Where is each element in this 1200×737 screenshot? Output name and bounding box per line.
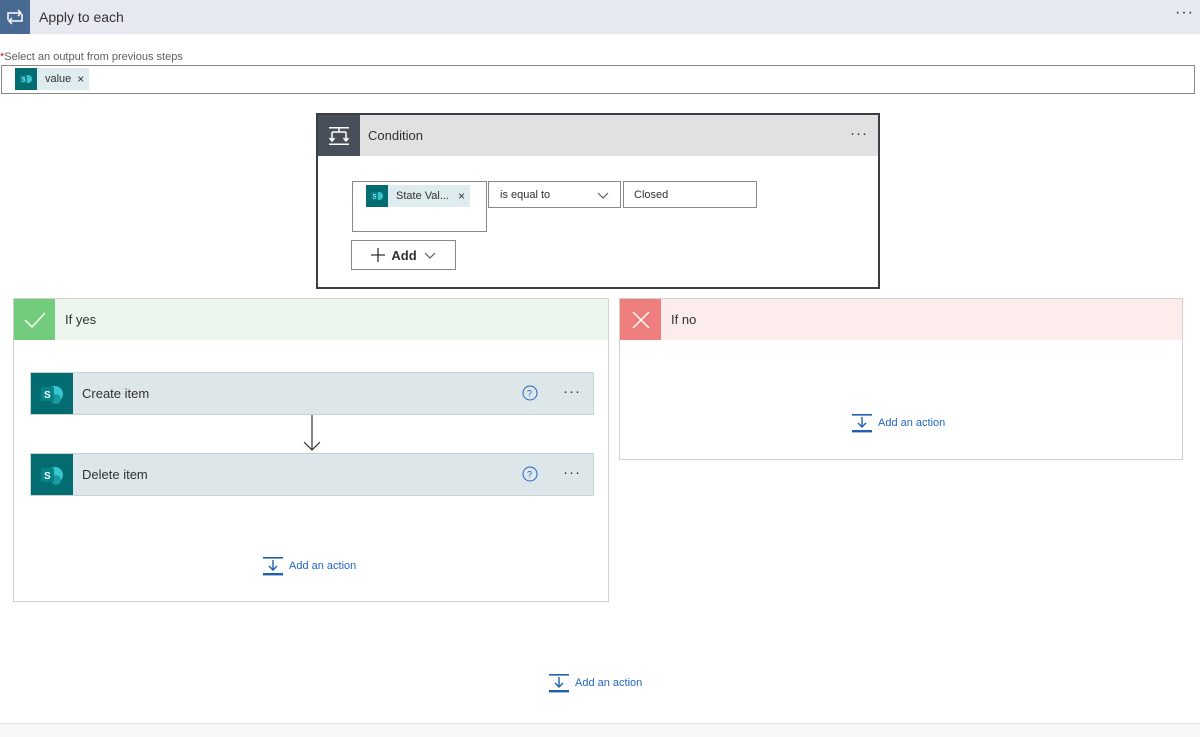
svg-text:S: S [22, 78, 26, 84]
condition-operator-dropdown[interactable]: is equal to [488, 181, 621, 208]
add-action-button[interactable]: Add an action [549, 673, 642, 693]
chevron-down-icon [597, 192, 609, 199]
apply-to-each-header[interactable]: Apply to each ··· [0, 0, 1200, 34]
create-item-more-button[interactable]: ··· [563, 383, 581, 400]
create-item-action[interactable]: S Create item ? ··· [30, 372, 594, 415]
svg-text:S: S [44, 471, 51, 482]
state-value-token-label: State Val... [396, 190, 449, 202]
condition-header[interactable]: Condition ··· [318, 115, 878, 156]
sharepoint-icon: S [31, 454, 73, 495]
svg-text:S: S [44, 390, 51, 401]
if-no-title: If no [671, 312, 697, 327]
if-yes-title: If yes [65, 312, 97, 327]
loop-icon [0, 0, 30, 34]
condition-value-input[interactable]: Closed [623, 181, 757, 208]
add-action-icon [549, 674, 569, 693]
condition-icon [318, 115, 360, 156]
if-no-branch: If no Add an action [619, 298, 1183, 460]
add-action-icon [852, 414, 872, 433]
condition-left-operand[interactable]: S State Val... × [352, 181, 487, 232]
add-action-label: Add an action [575, 677, 643, 689]
condition-more-button[interactable]: ··· [850, 125, 868, 142]
value-token-remove-button[interactable]: × [77, 72, 84, 86]
svg-text:?: ? [527, 389, 532, 399]
checkmark-icon [14, 299, 55, 340]
if-no-add-action-label: Add an action [878, 417, 946, 429]
help-icon[interactable]: ? [522, 385, 538, 401]
if-yes-branch: If yes S Create item ? ··· S Delete item… [13, 298, 609, 602]
sharepoint-icon: S [31, 373, 73, 414]
create-item-title: Create item [82, 386, 150, 401]
if-yes-header[interactable]: If yes [14, 299, 608, 340]
select-output-field[interactable]: S value × [1, 65, 1195, 94]
value-token[interactable]: S value × [15, 68, 90, 90]
svg-text:S: S [373, 195, 377, 201]
select-output-label: *Select an output from previous steps [0, 51, 183, 63]
select-output-label-text: Select an output from previous steps [4, 51, 183, 63]
condition-title: Condition [368, 128, 423, 143]
condition-operator-value: is equal to [500, 188, 551, 201]
sharepoint-icon: S [366, 185, 388, 207]
bottom-bar [0, 723, 1200, 737]
arrow-down-icon [303, 415, 321, 451]
state-value-token[interactable]: S State Val... × [366, 185, 471, 207]
delete-item-title: Delete item [82, 467, 148, 482]
help-icon[interactable]: ? [522, 466, 538, 482]
if-yes-add-action-button[interactable]: Add an action [263, 556, 356, 576]
close-icon [620, 299, 661, 340]
svg-text:?: ? [527, 470, 532, 480]
plus-icon [371, 248, 386, 262]
state-value-token-remove-button[interactable]: × [458, 189, 465, 203]
chevron-down-icon [424, 252, 436, 259]
value-token-label: value [45, 73, 72, 85]
sharepoint-icon: S [15, 68, 37, 90]
if-yes-add-action-label: Add an action [289, 560, 357, 572]
delete-item-action[interactable]: S Delete item ? ··· [30, 453, 594, 496]
apply-to-each-title: Apply to each [39, 9, 124, 25]
condition-add-label: Add [391, 247, 417, 263]
if-no-add-action-button[interactable]: Add an action [852, 413, 945, 433]
condition-value-text: Closed [634, 188, 669, 201]
condition-add-button[interactable]: Add [351, 240, 456, 270]
apply-to-each-more-button[interactable]: ··· [1175, 4, 1194, 22]
delete-item-more-button[interactable]: ··· [563, 464, 581, 481]
if-no-header[interactable]: If no [620, 299, 1182, 340]
add-action-icon [263, 557, 283, 576]
condition-card[interactable]: Condition ··· S State Val... × is equal … [316, 113, 880, 289]
